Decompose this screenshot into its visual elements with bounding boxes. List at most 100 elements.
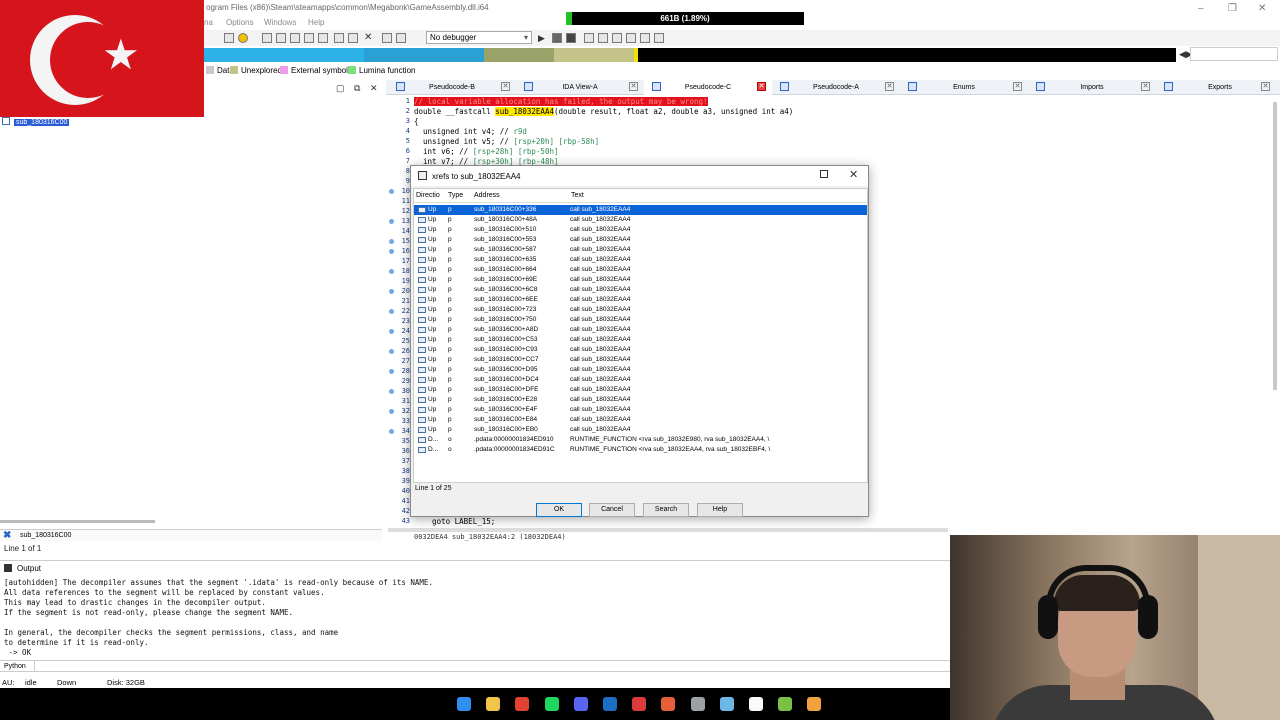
close-icon[interactable]: ✕ — [885, 82, 894, 91]
xref-row[interactable]: Up p sub_180316C00+336 call sub_18032EAA4 — [414, 205, 867, 215]
xref-row[interactable]: Up p sub_180316C00+C93 call sub_18032EAA4 — [414, 345, 867, 355]
tab-pseudocode-a[interactable]: Pseudocode-A ✕ — [772, 80, 900, 95]
minimize-icon[interactable]: – — [1198, 3, 1204, 14]
close-icon[interactable]: ✕ — [1013, 82, 1022, 91]
app-icon[interactable] — [661, 697, 676, 711]
play-icon[interactable]: ▶ — [538, 33, 548, 43]
close-icon[interactable]: ✕ — [364, 33, 374, 43]
debugger-select[interactable]: No debugger — [426, 31, 532, 44]
toolbar-button[interactable] — [262, 33, 272, 43]
xref-row[interactable]: D... o .pdata:00000001834ED91C RUNTIME_FUNC… — [414, 445, 867, 455]
menu-item-options[interactable]: Options — [226, 18, 254, 27]
stop-icon[interactable] — [566, 33, 576, 43]
toolbar-button[interactable] — [396, 33, 406, 43]
tab-exports[interactable]: Exports ✕ — [1156, 80, 1276, 95]
close-icon[interactable]: ✕ — [501, 82, 510, 91]
close-icon[interactable]: ✕ — [629, 82, 638, 91]
cancel-button[interactable]: Cancel — [589, 503, 635, 517]
xref-row[interactable]: Up p sub_180316C00+664 call sub_18032EAA4 — [414, 265, 867, 275]
code-line[interactable]: // local variable allocation has failed,… — [414, 97, 708, 106]
toolbar-button[interactable] — [382, 33, 392, 43]
breakpoint-marker[interactable] — [389, 409, 394, 414]
function-filter-input[interactable]: sub_180316C00 — [20, 532, 71, 539]
xref-row[interactable]: Up p sub_180316C00+6EE call sub_18032EAA4 — [414, 295, 867, 305]
breakpoint-marker[interactable] — [389, 369, 394, 374]
xref-row[interactable]: D... o .pdata:00000001834ED910 RUNTIME_FUNC… — [414, 435, 867, 445]
capcut-icon[interactable] — [749, 697, 763, 711]
breakpoint-marker[interactable] — [389, 219, 394, 224]
toolbar-button[interactable] — [304, 33, 314, 43]
toolbar-button[interactable] — [224, 33, 234, 43]
spotify-icon[interactable] — [544, 697, 559, 711]
toolbar-button[interactable] — [640, 33, 650, 43]
breakpoint-marker[interactable] — [389, 239, 394, 244]
help-button[interactable]: Help — [697, 503, 743, 517]
toolbar-button[interactable] — [598, 33, 608, 43]
toolbar-button[interactable] — [334, 33, 344, 43]
xref-row[interactable]: Up p sub_180316C00+EB0 call sub_18032EAA4 — [414, 425, 867, 435]
pause-icon[interactable] — [552, 33, 562, 43]
toolbar-button[interactable] — [276, 33, 286, 43]
xref-row[interactable]: Up p sub_180316C00+48A call sub_18032EAA4 — [414, 215, 867, 225]
toolbar-button[interactable] — [348, 33, 358, 43]
ida-icon[interactable] — [719, 697, 734, 711]
chrome-icon[interactable] — [515, 697, 530, 711]
column-header-address[interactable]: Address — [474, 192, 500, 199]
settings-icon[interactable] — [690, 697, 705, 711]
megabonk-icon[interactable] — [807, 697, 822, 711]
xref-row[interactable]: Up p sub_180316C00+635 call sub_18032EAA4 — [414, 255, 867, 265]
close-icon[interactable]: ✕ — [1258, 3, 1266, 14]
xref-row[interactable]: Up p sub_180316C00+553 call sub_18032EAA4 — [414, 235, 867, 245]
xref-row[interactable]: Up p sub_180316C00+587 call sub_18032EAA4 — [414, 245, 867, 255]
media-icon[interactable] — [632, 697, 647, 711]
toolbar-button[interactable] — [584, 33, 594, 43]
code-horizontal-scrollbar[interactable] — [388, 528, 948, 532]
toolbar-button[interactable] — [290, 33, 300, 43]
file-explorer-icon[interactable] — [486, 697, 501, 711]
breakpoint-marker[interactable] — [389, 349, 394, 354]
maximize-icon[interactable] — [820, 170, 828, 178]
menu-item[interactable]: na — [204, 18, 213, 27]
command-input[interactable] — [34, 661, 950, 671]
ok-button[interactable]: OK — [536, 503, 582, 517]
tab-pseudocode-b[interactable]: Pseudocode-B ✕ — [388, 80, 516, 95]
notepad-icon[interactable] — [778, 697, 793, 711]
close-icon[interactable]: ✕ — [370, 83, 378, 94]
column-header-direction[interactable]: Directio — [416, 192, 440, 199]
close-icon[interactable]: ✕ — [757, 82, 766, 91]
search-button[interactable]: Search — [643, 503, 689, 517]
xref-row[interactable]: Up p sub_180316C00+E4F call sub_18032EAA4 — [414, 405, 867, 415]
code-line[interactable]: goto LABEL_15; — [414, 517, 495, 526]
code-line[interactable]: unsigned int v4; // r9d — [414, 127, 527, 136]
xref-row[interactable]: Up p sub_180316C00+E84 call sub_18032EAA4 — [414, 415, 867, 425]
close-icon[interactable]: ✕ — [849, 168, 858, 181]
xref-row[interactable]: Up p sub_180316C00+D95 call sub_18032EAA4 — [414, 365, 867, 375]
xref-row[interactable]: Up p sub_180316C00+A8D call sub_18032EAA4 — [414, 325, 867, 335]
code-line[interactable]: unsigned int v5; // [rsp+20h] [rbp-58h] — [414, 137, 599, 146]
breakpoint-marker[interactable] — [389, 309, 394, 314]
toolbar-button[interactable] — [654, 33, 664, 43]
xref-row[interactable]: Up p sub_180316C00+750 call sub_18032EAA4 — [414, 315, 867, 325]
xref-row[interactable]: Up p sub_180316C00+E28 call sub_18032EAA4 — [414, 395, 867, 405]
tab-pseudocode-c[interactable]: Pseudocode-C ✕ — [644, 80, 772, 95]
xref-row[interactable]: Up p sub_180316C00+723 call sub_18032EAA4 — [414, 305, 867, 315]
menu-item-help[interactable]: Help — [308, 18, 324, 27]
xref-row[interactable]: Up p sub_180316C00+CC7 call sub_18032EAA4 — [414, 355, 867, 365]
breakpoint-marker[interactable] — [389, 329, 394, 334]
toolbar-button[interactable] — [612, 33, 622, 43]
restore-icon[interactable]: ❐ — [1228, 3, 1237, 14]
xref-row[interactable]: Up p sub_180316C00+510 call sub_18032EAA4 — [414, 225, 867, 235]
tab-enums[interactable]: Enums ✕ — [900, 80, 1028, 95]
menu-item-windows[interactable]: Windows — [264, 18, 296, 27]
column-header-type[interactable]: Type — [448, 192, 463, 199]
toolbar-button[interactable] — [318, 33, 328, 43]
toolbar-button[interactable] — [238, 33, 248, 43]
nav-dropdown[interactable] — [1190, 47, 1278, 61]
script-language-button[interactable]: Python — [4, 663, 26, 670]
column-header-text[interactable]: Text — [571, 192, 584, 199]
discord-icon[interactable] — [573, 697, 588, 711]
xref-row[interactable]: Up p sub_180316C00+69E call sub_18032EAA4 — [414, 275, 867, 285]
panel-float-icon[interactable]: ▢ — [336, 83, 345, 94]
breakpoint-marker[interactable] — [389, 269, 394, 274]
breakpoint-marker[interactable] — [389, 289, 394, 294]
